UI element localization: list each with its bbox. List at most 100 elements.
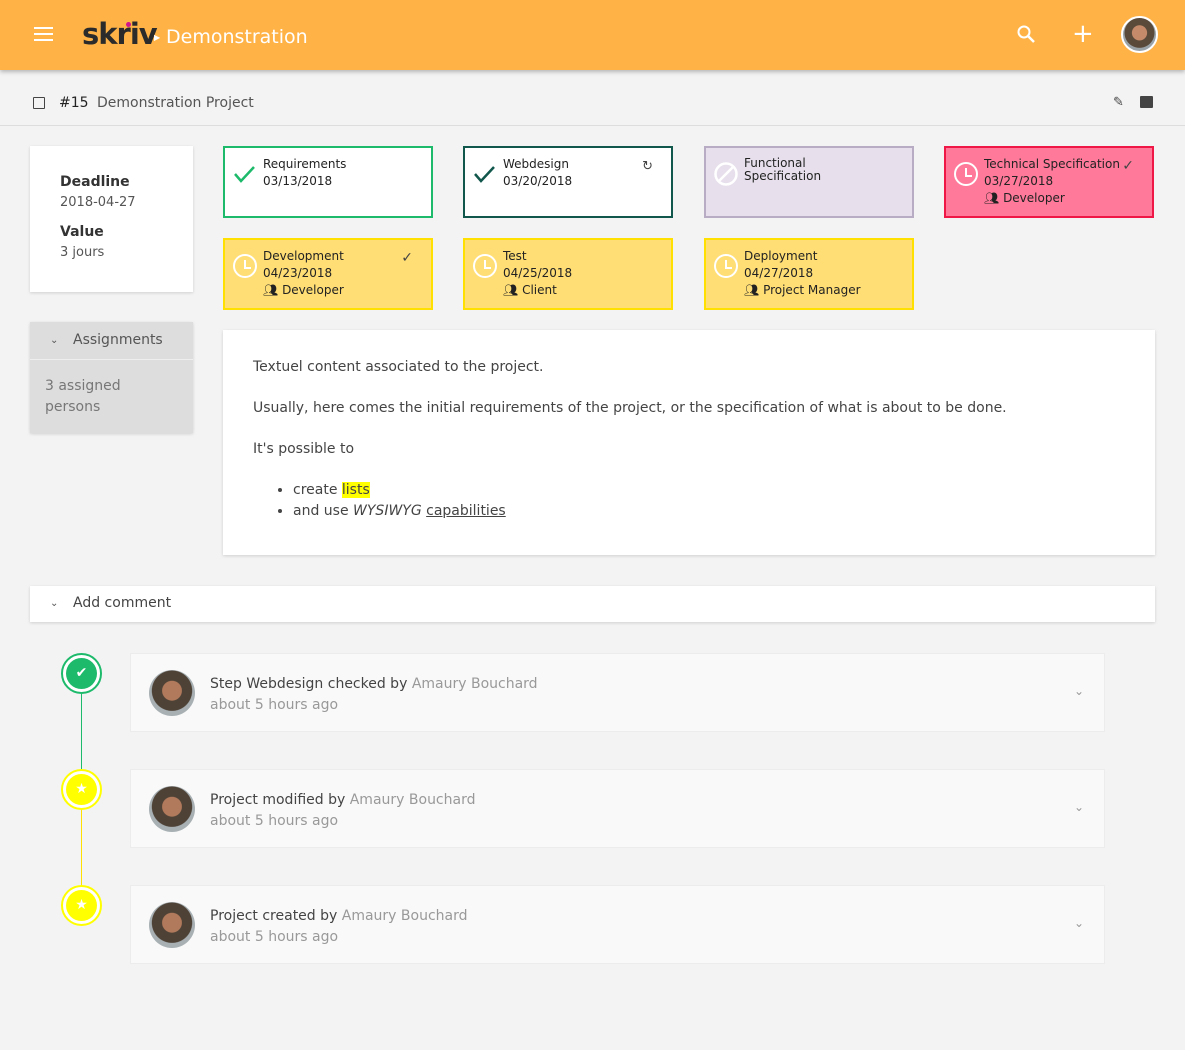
step-date: 04/27/2018	[744, 266, 814, 280]
step-requirements[interactable]: Requirements 03/13/2018	[223, 146, 433, 218]
people-icon: 👥︎	[503, 283, 519, 297]
step-role: Developer	[1003, 191, 1065, 205]
add-comment-label: Add comment	[73, 595, 172, 611]
breadcrumb[interactable]: Demonstration	[166, 26, 308, 48]
edit-icon[interactable]: ✎	[1113, 95, 1124, 110]
user-name[interactable]: Amaury Bouchard	[342, 908, 468, 924]
step-date: 04/25/2018	[503, 266, 573, 280]
check-icon	[234, 166, 255, 183]
avatar	[149, 902, 195, 948]
step-date: 04/23/2018	[263, 266, 333, 280]
star-icon: ★	[66, 774, 97, 805]
step-test[interactable]: Test 04/25/2018 👥︎ Client	[463, 238, 673, 310]
user-name[interactable]: Amaury Bouchard	[412, 676, 538, 692]
step-name: Functional Specification	[744, 156, 822, 183]
clock-icon	[473, 254, 497, 278]
step-date: 03/13/2018	[263, 174, 333, 188]
add-comment-toggle[interactable]: ⌄ Add comment	[30, 586, 1155, 622]
step-development[interactable]: Development 04/23/2018 👥︎ Developer ✓	[223, 238, 433, 310]
timeline-dot: ★	[61, 769, 102, 810]
page-title: Demonstration Project	[97, 95, 254, 111]
step-technical-specification[interactable]: Technical Specification 03/27/2018 👥︎ De…	[944, 146, 1154, 218]
list-item: and use WYSIWYG capabilities	[293, 501, 1125, 522]
disabled-icon	[714, 162, 738, 186]
clock-icon	[714, 254, 738, 278]
star-icon: ★	[66, 890, 97, 921]
search-icon[interactable]	[1016, 24, 1036, 44]
italic-text: WYSIWYG	[353, 503, 422, 519]
step-name: Requirements	[263, 157, 347, 171]
chevron-down-icon: ⌄	[50, 335, 59, 346]
checkbox-icon[interactable]	[33, 97, 45, 109]
step-webdesign[interactable]: Webdesign 03/20/2018 ↻	[463, 146, 673, 218]
paragraph: Textuel content associated to the projec…	[253, 359, 544, 375]
archive-icon[interactable]	[1140, 96, 1153, 108]
event-text: Step Webdesign checked by	[210, 676, 412, 692]
value-value: 3 jours	[60, 245, 105, 260]
assignments-title: Assignments	[73, 332, 163, 348]
chevron-down-icon[interactable]: ⌄	[1074, 684, 1084, 698]
shield-check-icon: ✔	[66, 658, 97, 689]
timeline-entry: Project modified by Amaury Bouchard abou…	[130, 769, 1105, 848]
logo[interactable]: skriv	[82, 17, 158, 51]
deadline-value: 2018-04-27	[60, 195, 136, 210]
assignments-summary: 3 assigned persons	[45, 378, 121, 415]
project-number: #15	[59, 95, 89, 111]
value-label: Value	[60, 224, 104, 240]
people-icon: 👥︎	[263, 283, 279, 297]
timeline-dot: ✔	[61, 653, 102, 694]
logo-dot	[126, 22, 131, 27]
top-bar: skriv ▶ Demonstration +	[0, 0, 1185, 70]
avatar	[149, 670, 195, 716]
avatar	[149, 786, 195, 832]
timeline-entry: Project created by Amaury Bouchard about…	[130, 885, 1105, 964]
timeline-entry: Step Webdesign checked by Amaury Bouchar…	[130, 653, 1105, 732]
step-role: Developer	[282, 283, 344, 297]
assignments-toggle[interactable]: ⌄ Assignments	[30, 322, 193, 360]
add-icon[interactable]: +	[1072, 21, 1094, 47]
timeline-dot: ★	[61, 885, 102, 926]
timeline-line	[81, 808, 82, 888]
check-icon	[474, 166, 495, 183]
clock-icon	[233, 254, 257, 278]
check-step-button[interactable]: ✓	[401, 250, 413, 267]
step-role: Project Manager	[763, 283, 861, 297]
link[interactable]: capabilities	[426, 503, 506, 519]
chevron-down-icon: ⌄	[50, 598, 59, 609]
timestamp: about 5 hours ago	[210, 697, 339, 713]
menu-icon[interactable]	[34, 27, 53, 41]
timestamp: about 5 hours ago	[210, 929, 339, 945]
step-date: 03/20/2018	[503, 174, 573, 188]
chevron-down-icon[interactable]: ⌄	[1074, 800, 1084, 814]
project-info: Deadline 2018-04-27 Value 3 jours	[30, 146, 193, 292]
highlight: lists	[341, 482, 370, 498]
step-name: Deployment	[744, 249, 818, 263]
step-role: Client	[522, 283, 557, 297]
step-deployment[interactable]: Deployment 04/27/2018 👥︎ Project Manager	[704, 238, 914, 310]
assignments-panel: ⌄ Assignments 3 assigned persons	[30, 322, 193, 433]
paragraph: Usually, here comes the initial requirem…	[253, 400, 1007, 416]
avatar[interactable]	[1121, 16, 1158, 53]
paragraph: It's possible to	[253, 441, 355, 457]
step-name: Test	[503, 249, 527, 263]
breadcrumb-arrow-icon: ▶	[154, 33, 161, 42]
event-text: Project created by	[210, 908, 342, 924]
clock-icon	[954, 162, 978, 186]
list-item: create lists	[293, 480, 1125, 501]
text: and use	[293, 503, 354, 519]
chevron-down-icon[interactable]: ⌄	[1074, 916, 1084, 930]
step-date: 03/27/2018	[984, 174, 1054, 188]
timeline-line	[81, 690, 82, 770]
bullet-list: create lists and use WYSIWYG capabilitie…	[293, 480, 1125, 522]
undo-icon[interactable]: ↻	[642, 158, 653, 175]
people-icon: 👥︎	[984, 191, 1000, 205]
user-name[interactable]: Amaury Bouchard	[350, 792, 476, 808]
deadline-label: Deadline	[60, 174, 130, 190]
project-description: Textuel content associated to the projec…	[223, 330, 1155, 555]
people-icon: 👥︎	[744, 283, 760, 297]
timestamp: about 5 hours ago	[210, 813, 339, 829]
event-text: Project modified by	[210, 792, 350, 808]
text: create	[293, 482, 342, 498]
step-functional-specification[interactable]: Functional Specification	[704, 146, 914, 218]
check-step-button[interactable]: ✓	[1122, 158, 1134, 175]
